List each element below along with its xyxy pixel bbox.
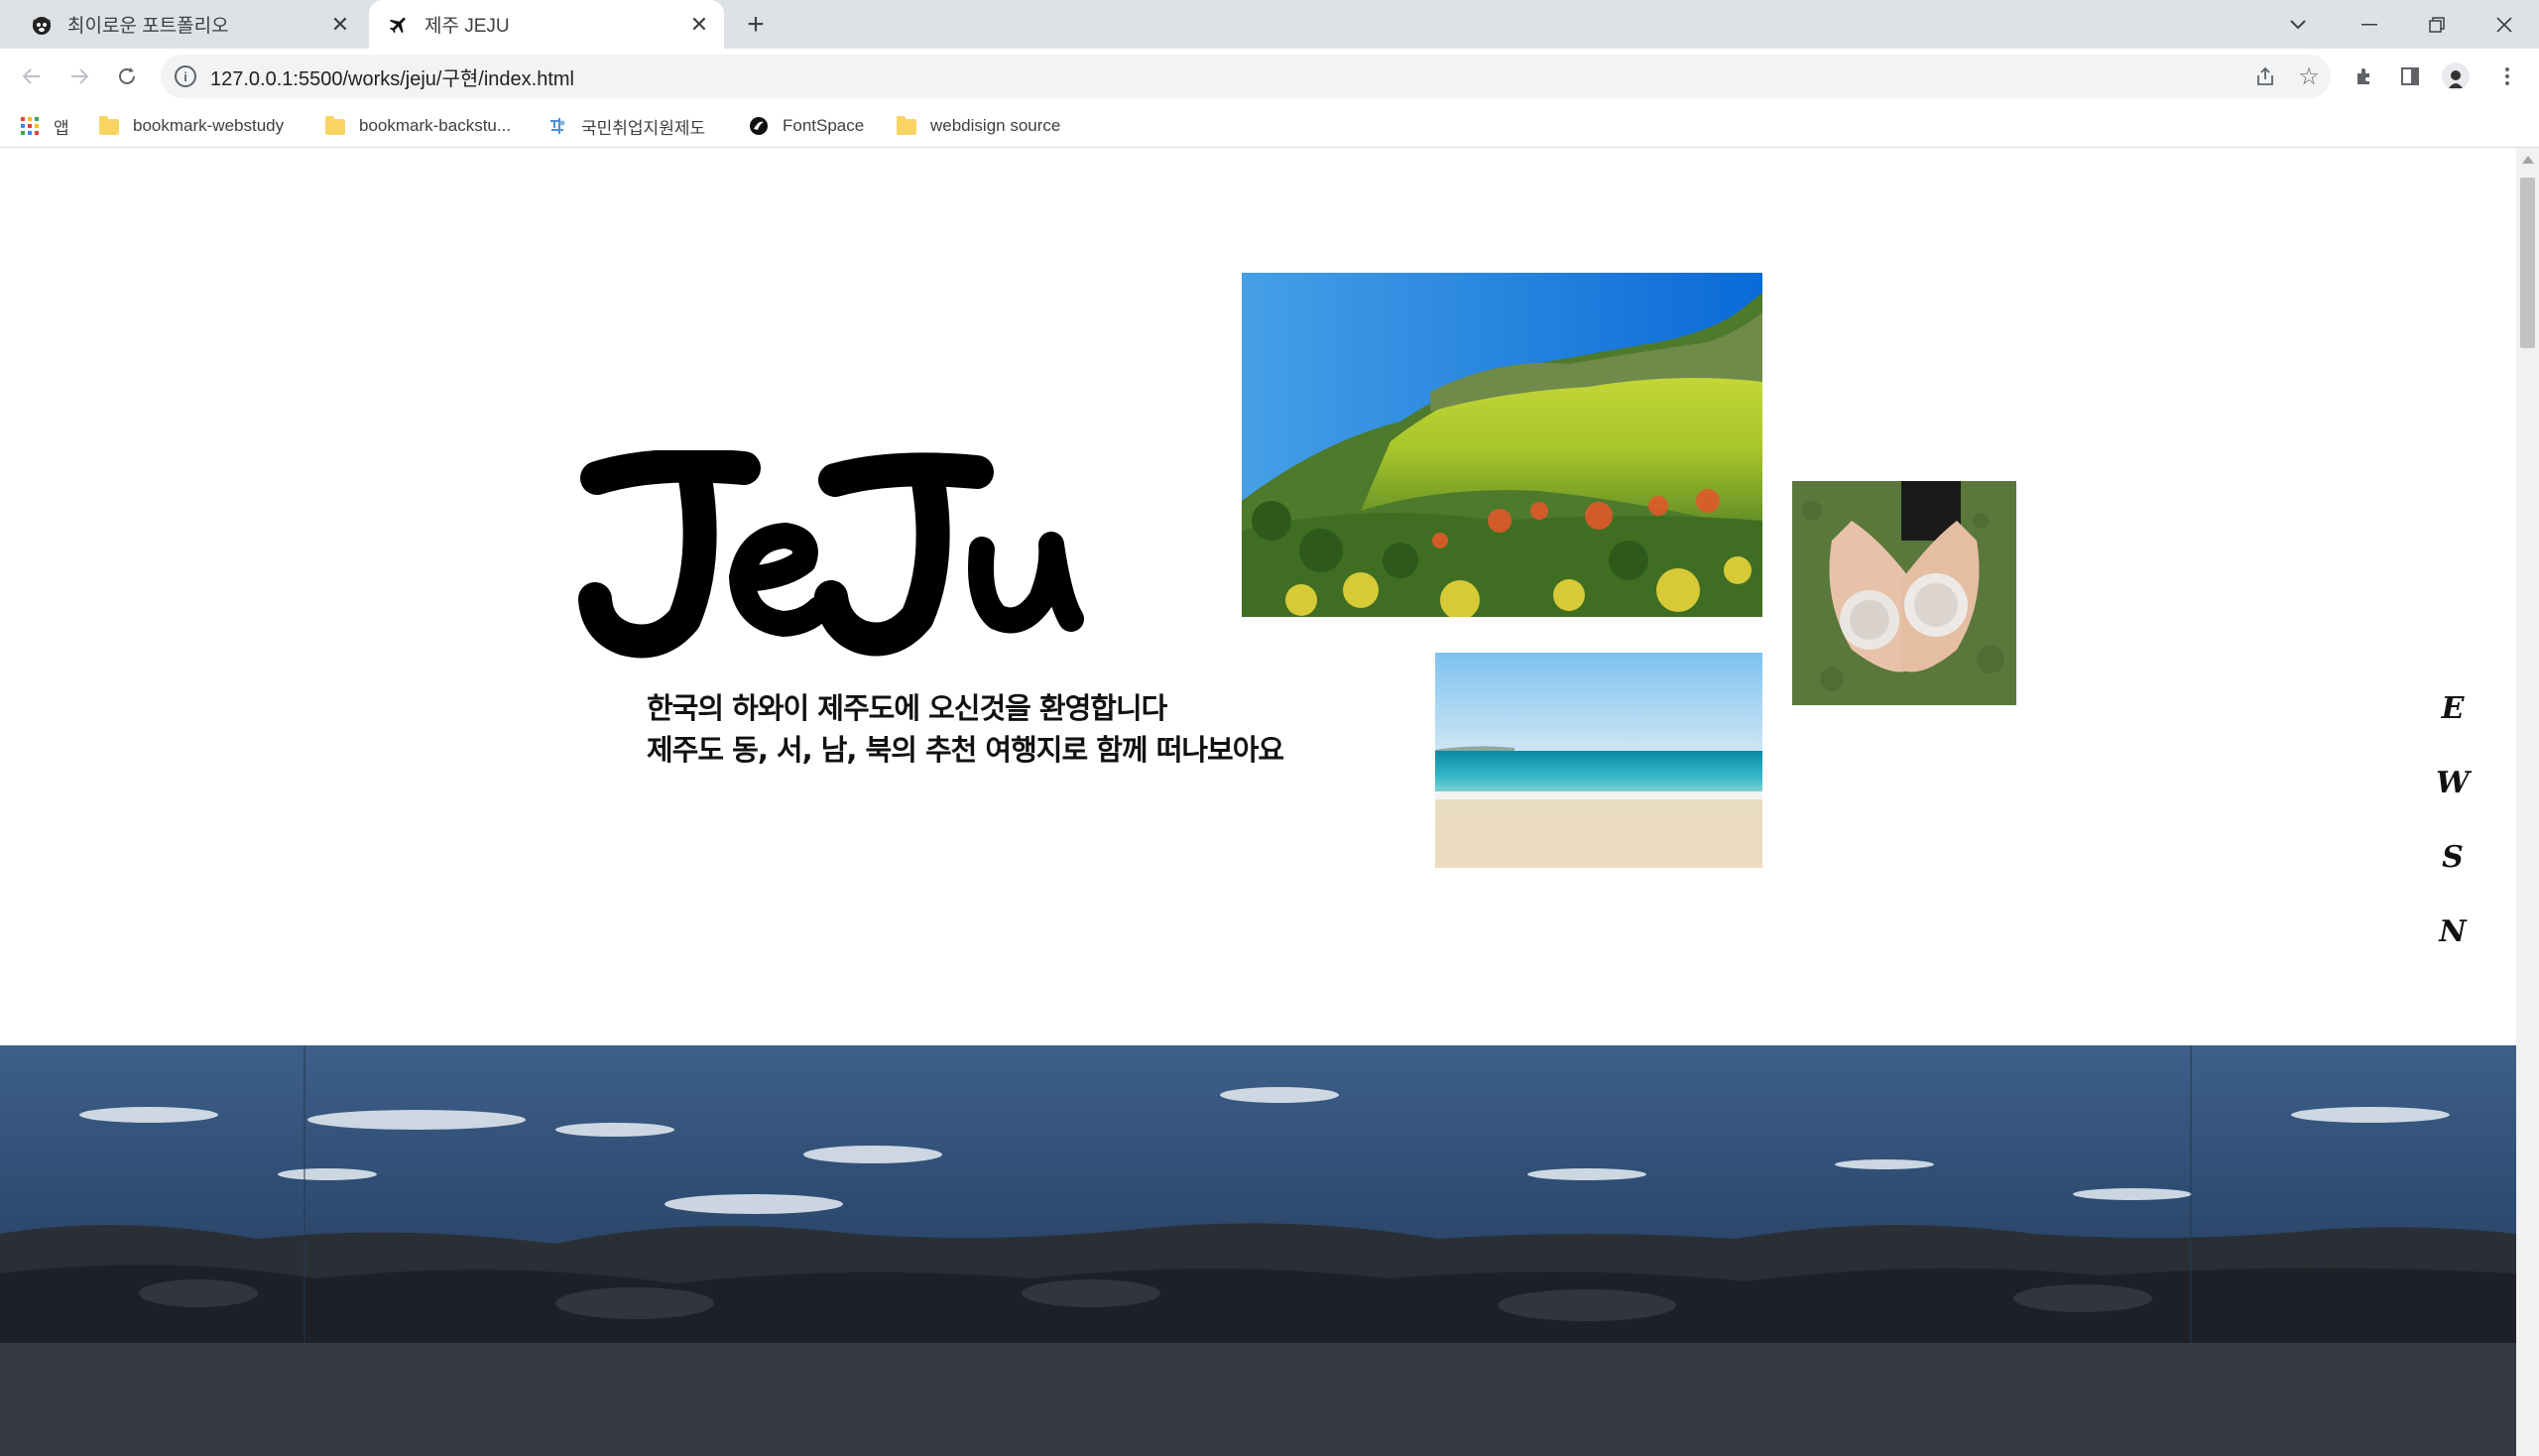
- nav-north-link[interactable]: N: [2428, 914, 2478, 989]
- bookmarks-bar: 앱 bookmark-webstudy bookmark-backstu... …: [0, 105, 2539, 148]
- bookmark-label: bookmark-webstudy: [133, 116, 285, 135]
- bookmark-star-icon[interactable]: ☆: [2287, 55, 2331, 98]
- bookmark-label: webdisign source: [930, 116, 1061, 135]
- browser-toolbar: i 127.0.0.1:5500/works/jeju/구현/index.htm…: [0, 49, 2539, 105]
- tab-portfolio[interactable]: 최이로운 포트폴리오 ✕: [16, 0, 365, 49]
- reload-button[interactable]: [107, 57, 147, 96]
- bookmark-label: 앱: [54, 118, 69, 138]
- airplane-icon: [387, 13, 411, 37]
- shells-photo[interactable]: [1792, 481, 2016, 705]
- scrollbar-thumb[interactable]: [2520, 178, 2535, 348]
- tab-jeju[interactable]: 제주 JEJU ✕: [369, 0, 724, 49]
- tab-search-icon[interactable]: [2265, 0, 2331, 49]
- bookmark-label: FontSpace: [783, 116, 865, 135]
- side-panel-icon[interactable]: [2390, 57, 2430, 96]
- share-icon[interactable]: [2243, 55, 2287, 98]
- dark-section: [0, 1343, 2516, 1456]
- cat-icon: [30, 13, 54, 37]
- restore-button[interactable]: [2404, 0, 2470, 49]
- welcome-text: 한국의 하와이 제주도에 오신것을 환영합니다 제주도 동, 서, 남, 북의 …: [647, 687, 1284, 771]
- bookmark-employment[interactable]: 국민취업지원제도: [547, 105, 705, 147]
- forward-button[interactable]: [60, 57, 99, 96]
- mountain-photo[interactable]: [1242, 273, 1762, 617]
- page-viewport: 한국의 하와이 제주도에 오신것을 환영합니다 제주도 동, 서, 남, 북의 …: [0, 148, 2516, 1456]
- close-tab-icon[interactable]: ✕: [684, 10, 714, 40]
- bookmark-apps[interactable]: 앱: [20, 105, 69, 147]
- jeju-logo: [575, 448, 1091, 678]
- nav-east-link[interactable]: E: [2428, 691, 2478, 766]
- url-text: 127.0.0.1:5500/works/jeju/구현/index.html: [210, 67, 574, 90]
- apps-grid-icon: [20, 116, 40, 136]
- coast-banner: [0, 1045, 2516, 1343]
- back-button[interactable]: [12, 57, 52, 96]
- fontspace-icon: [749, 116, 769, 136]
- nav-west-link[interactable]: W: [2428, 766, 2478, 840]
- page-scrollbar[interactable]: [2516, 148, 2539, 1456]
- close-window-button[interactable]: [2472, 0, 2537, 49]
- bookmark-webdesign-source[interactable]: webdisign source: [897, 105, 1060, 147]
- bookmark-label: bookmark-backstu...: [359, 116, 512, 135]
- direction-nav: E W S N: [2428, 691, 2478, 989]
- welcome-line-2: 제주도 동, 서, 남, 북의 추천 여행지로 함께 떠나보아요: [647, 733, 1284, 767]
- welcome-line-1: 한국의 하와이 제주도에 오신것을 환영합니다: [647, 691, 1167, 725]
- scroll-up-arrow-icon[interactable]: [2522, 156, 2534, 164]
- tab-strip: 최이로운 포트폴리오 ✕ 제주 JEJU ✕ +: [0, 0, 2539, 49]
- bookmark-backstudy[interactable]: bookmark-backstu...: [325, 105, 511, 147]
- profile-avatar[interactable]: [2436, 57, 2476, 96]
- extensions-icon[interactable]: [2345, 57, 2384, 96]
- bookmark-webstudy[interactable]: bookmark-webstudy: [99, 105, 284, 147]
- close-tab-icon[interactable]: ✕: [325, 10, 355, 40]
- more-menu-icon[interactable]: [2487, 57, 2527, 96]
- site-icon: [547, 116, 567, 136]
- folder-icon: [99, 116, 119, 136]
- address-bar[interactable]: i 127.0.0.1:5500/works/jeju/구현/index.htm…: [161, 55, 2331, 98]
- bookmark-label: 국민취업지원제도: [581, 118, 706, 138]
- folder-icon: [897, 116, 916, 136]
- nav-south-link[interactable]: S: [2428, 840, 2478, 914]
- new-tab-button[interactable]: +: [738, 8, 774, 41]
- folder-icon: [325, 116, 345, 136]
- minimize-button[interactable]: [2337, 0, 2402, 49]
- tab-title: 최이로운 포트폴리오: [67, 16, 229, 37]
- tab-title: 제주 JEJU: [424, 16, 510, 37]
- bookmark-fontspace[interactable]: FontSpace: [749, 105, 864, 147]
- beach-photo[interactable]: [1435, 653, 1762, 868]
- site-info-icon[interactable]: i: [175, 65, 196, 87]
